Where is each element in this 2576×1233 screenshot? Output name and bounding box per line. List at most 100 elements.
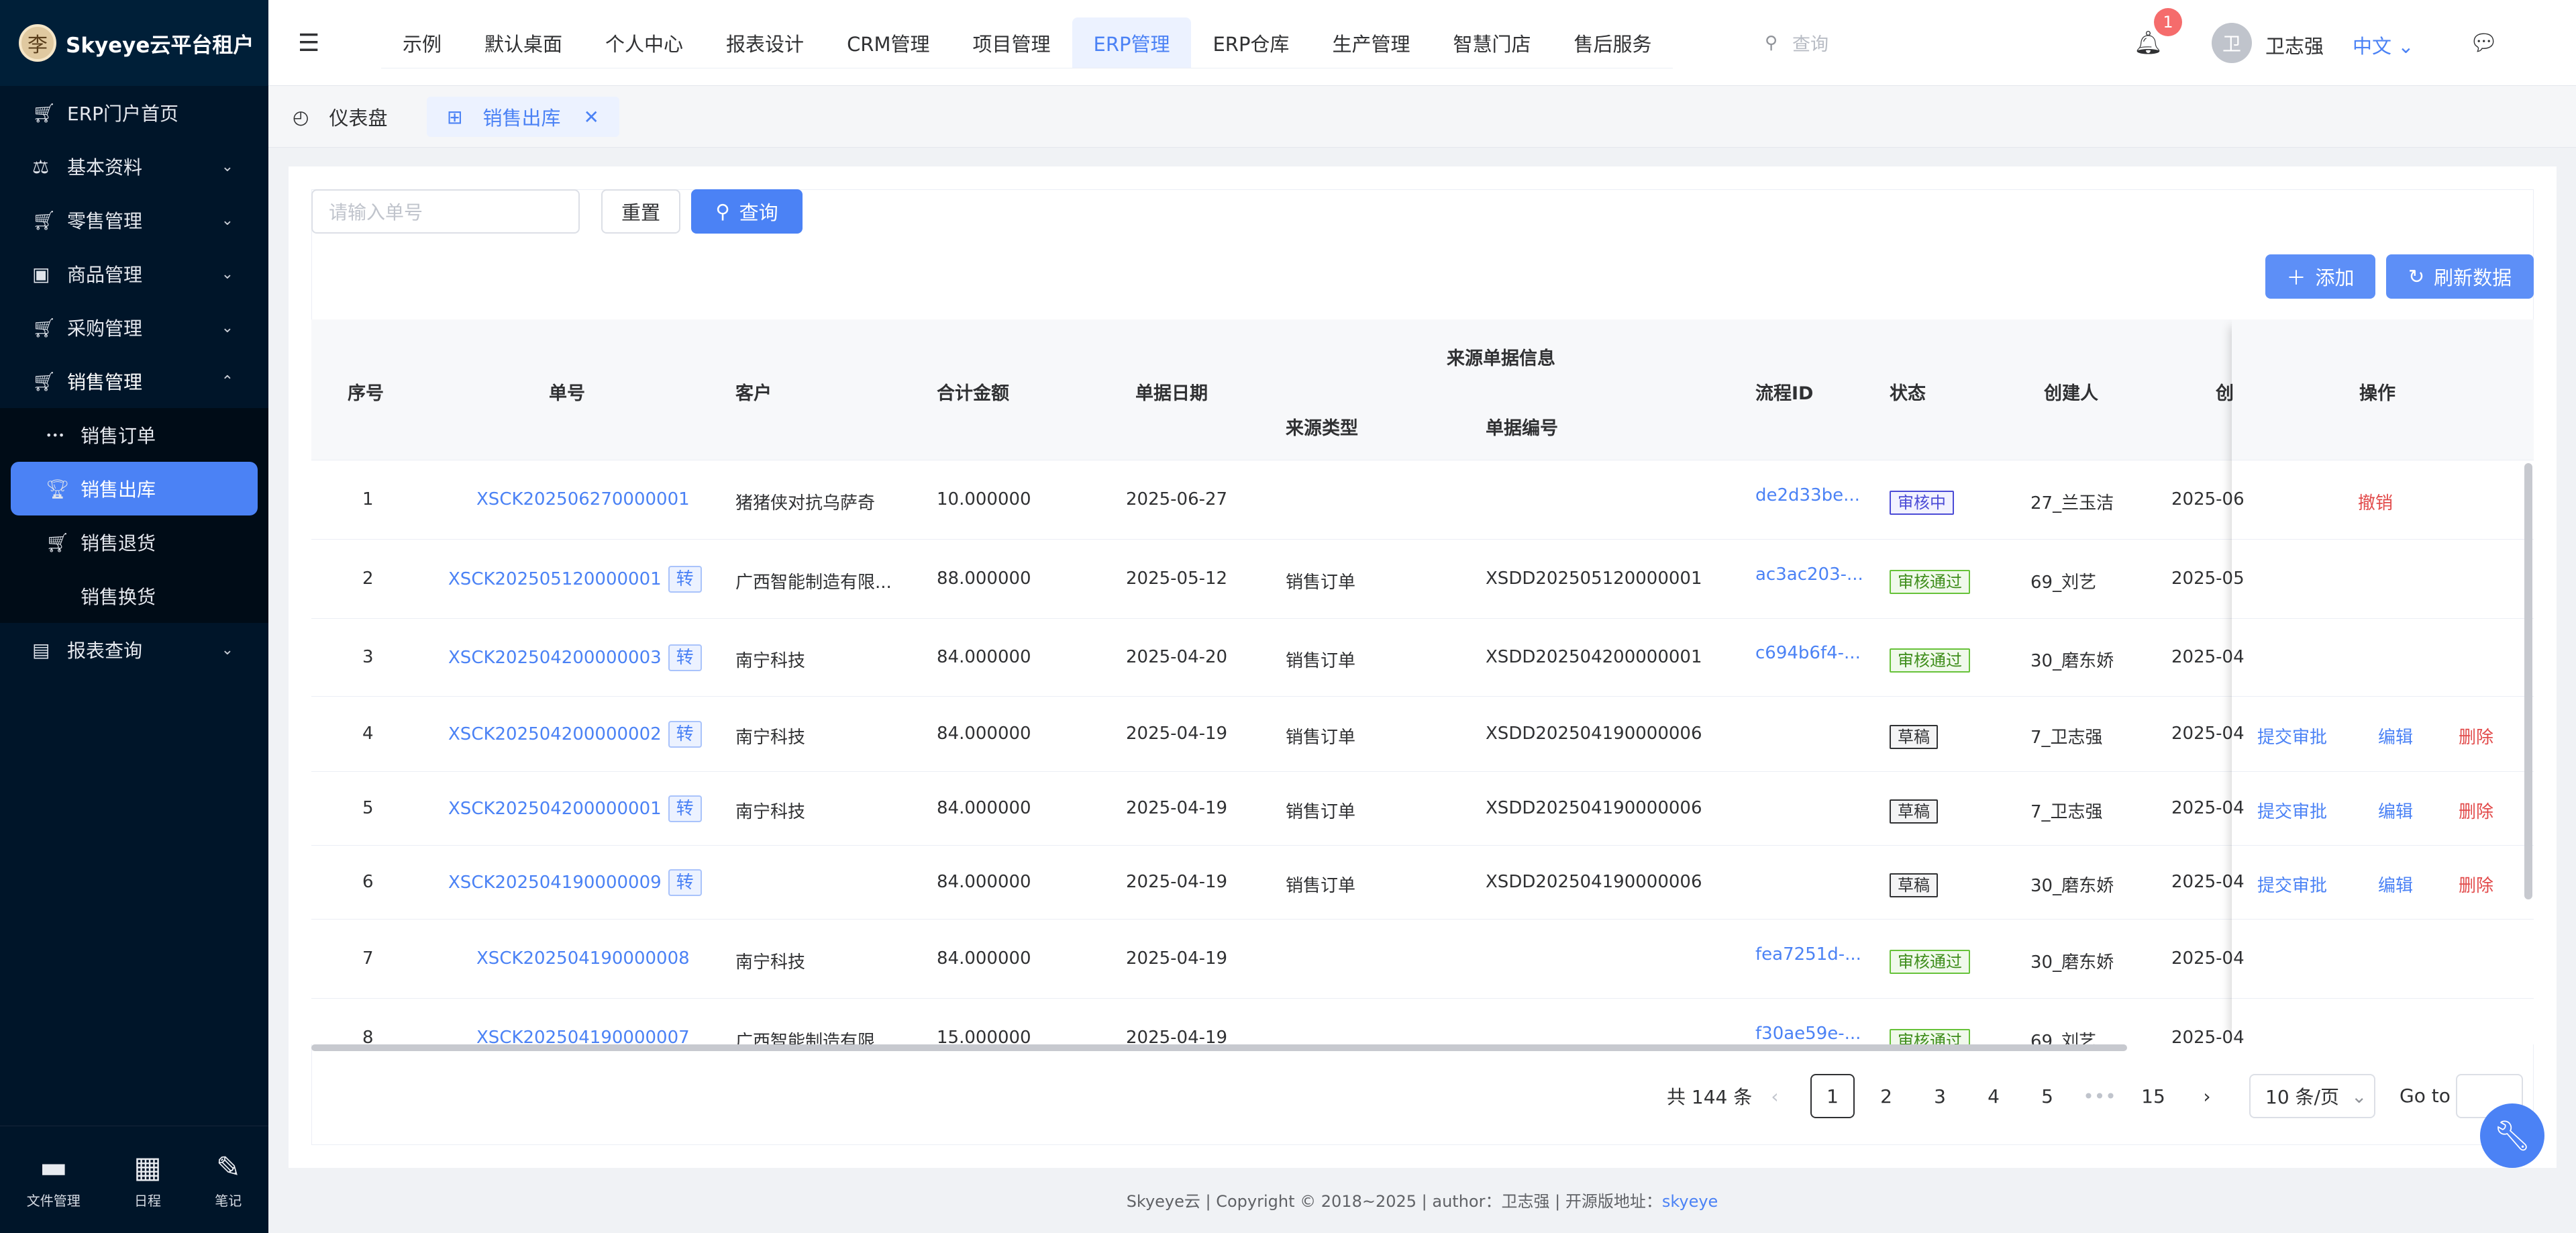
table-row: 4 XSCK202504200000002 转 南宁科技 84.000000 2025-0… [311,697,2534,772]
top-nav-tab[interactable]: 项目管理 [951,17,1072,68]
top-nav-tab[interactable]: 售后服务 [1552,17,1673,68]
status-cell: 审核通过 [1890,569,1970,594]
top-nav-tab[interactable]: ERP仓库 [1191,17,1310,68]
page-size-select[interactable]: 10 条/页 ⌄ [2249,1074,2375,1118]
chevron-down-icon: ⌄ [2351,1085,2367,1107]
top-nav-tab[interactable]: 智慧门店 [1431,17,1552,68]
sidebar-item-label: 销售换货 [81,586,156,608]
status-badge: 草稿 [1890,725,1938,749]
sidebar-item[interactable]: ••• 销售订单 [0,408,268,462]
top-nav-tab[interactable]: 个人中心 [584,17,705,68]
top-nav-tab[interactable]: CRM管理 [825,17,951,68]
row-seq: 6 [362,872,374,892]
refresh-button[interactable]: ↻ 刷新数据 [2386,254,2534,299]
add-button[interactable]: ＋ 添加 [2265,254,2375,299]
date-cell: 2025-04-19 [1126,872,1228,892]
order-no-link[interactable]: XSCK202504190000008 [476,948,690,969]
date-cell: 2025-04-19 [1126,798,1228,818]
sidebar-item[interactable]: ▤ 报表查询 ⌄ [0,623,268,677]
convert-badge[interactable]: 转 [668,566,702,593]
page-number[interactable]: 5 [2025,1074,2069,1118]
status-badge: 审核通过 [1890,950,1970,974]
creator-cell: 30_磨东娇 [2030,651,2114,671]
top-nav-tab[interactable]: ERP管理 [1072,17,1192,68]
top-search[interactable]: ⚲ 查询 [1765,30,1828,56]
sidebar-item[interactable]: ▣ 商品管理 ⌄ [0,247,268,301]
customer-cell: 南宁科技 [735,728,806,748]
sidebar-item[interactable]: 销售换货 [0,569,268,623]
sidebar-item[interactable]: ⚖ 基本资料 ⌄ [0,140,268,193]
table-row: 3 XSCK202504200000003 转 南宁科技 84.000000 2025-0… [311,619,2534,697]
page-number[interactable]: 2 [1864,1074,1908,1118]
total-cell: 10.000000 [937,489,1031,509]
page-number[interactable]: 4 [1971,1074,2016,1118]
customer-cell: 广西智能制造有限... [735,573,892,593]
footer-link[interactable]: skyeye [1662,1192,1718,1211]
sidebar-item[interactable]: 🛒︎ 采购管理 ⌄ [0,301,268,354]
convert-badge[interactable]: 转 [668,721,702,748]
page-ellipsis[interactable]: ••• [2077,1074,2122,1118]
order-no-link[interactable]: XSCK202504200000002 [448,724,662,744]
sidebar-item[interactable]: 🛒︎ 销售管理 ⌃ [0,354,268,408]
order-no-link[interactable]: XSCK202506270000001 [476,489,690,509]
sidebar-item[interactable]: 🛒︎ 销售退货 [0,515,268,569]
top-nav-tab[interactable]: 示例 [381,17,463,68]
convert-badge[interactable]: 转 [668,795,702,822]
prev-page-icon[interactable]: ‹ [1753,1074,1797,1118]
vertical-scrollbar[interactable] [2524,463,2532,899]
sidebar-footer-item[interactable]: ✎ 笔记 [215,1150,242,1210]
bell-icon[interactable]: 🔔︎ [2134,30,2163,56]
status-badge: 审核通过 [1890,648,1970,673]
source-type-cell: 销售订单 [1286,728,1356,748]
sidebar-footer-item[interactable]: ▬ 文件管理 [27,1150,81,1210]
cart-icon: 🛒︎ [32,316,56,339]
chat-icon[interactable]: 💬︎ [2469,30,2498,56]
logo[interactable]: 李 Skyeye云平台租户 [0,0,268,86]
username[interactable]: 卫志强 [2265,31,2324,59]
order-no-link[interactable]: XSCK202504200000003 [448,648,662,668]
flow-id-link[interactable]: fea7251d-... [1755,944,1861,965]
sidebar-footer-label: 日程 [134,1192,161,1209]
avatar[interactable]: 卫 [2212,23,2252,63]
order-no-link[interactable]: XSCK202504190000009 [448,873,662,893]
tag-sales-outbound[interactable]: ⊞ 销售出库 ✕ [427,97,619,137]
status-badge: 草稿 [1890,799,1938,824]
horizontal-scrollbar[interactable] [311,1044,2127,1051]
next-page-icon[interactable]: › [2185,1074,2229,1118]
order-no-link[interactable]: XSCK202504200000001 [448,799,662,819]
header-flow-id: 流程ID [1755,383,1814,404]
order-no-link[interactable]: XSCK202505120000001 [448,569,662,589]
page-number[interactable]: 15 [2131,1074,2175,1118]
order-no-link[interactable]: XSCK202504190000007 [476,1028,690,1044]
date-cell: 2025-04-20 [1126,647,1228,667]
tools-fab-button[interactable]: 🔧︎ [2480,1103,2544,1168]
sidebar-item[interactable]: 🛒︎ ERP门户首页 [0,86,268,140]
flow-id-link[interactable]: f30ae59e-... [1755,1024,1861,1044]
query-button[interactable]: ⚲ 查询 [691,189,803,234]
customer-cell: 猪猪侠对抗乌萨奇 [735,493,876,513]
reset-button[interactable]: 重置 [601,189,680,234]
sidebar-item[interactable]: 🏆︎ 销售出库 [11,462,258,515]
flow-id-link[interactable]: ac3ac203-... [1755,564,1863,585]
page-number[interactable]: 3 [1918,1074,1962,1118]
top-nav-tab[interactable]: 报表设计 [705,17,825,68]
table-row: 8 XSCK202504190000007 广西智能制造有限... 15.000000… [311,999,2534,1044]
convert-badge[interactable]: 转 [668,869,702,896]
footer-text: Skyeye云 | Copyright © 2018~2025 | author… [1126,1192,1662,1211]
flow-id-link[interactable]: c694b6f4-... [1755,643,1861,663]
language-select[interactable]: 中文 ⌄ [2353,31,2414,59]
sidebar-item[interactable]: 🛒︎ 零售管理 ⌄ [0,193,268,247]
table-row: 5 XSCK202504200000001 转 南宁科技 84.000000 2025-0… [311,772,2534,846]
sidebar-footer-item[interactable]: ▦ 日程 [134,1150,162,1210]
menu-collapse-icon[interactable]: ☰ [298,30,319,57]
sidebar-item-label: 报表查询 [67,640,143,662]
page-number[interactable]: 1 [1810,1074,1855,1118]
convert-badge[interactable]: 转 [668,644,702,671]
tag-dashboard[interactable]: ◴ 仪表盘 [293,97,387,137]
flow-id-link[interactable]: de2d33be... [1755,485,1860,505]
top-nav-tab[interactable]: 生产管理 [1310,17,1431,68]
header-created-time: 创 [2216,383,2234,404]
close-icon[interactable]: ✕ [583,106,599,128]
order-number-input[interactable]: 请输入单号 [311,189,580,234]
top-nav-tab[interactable]: 默认桌面 [463,17,584,68]
